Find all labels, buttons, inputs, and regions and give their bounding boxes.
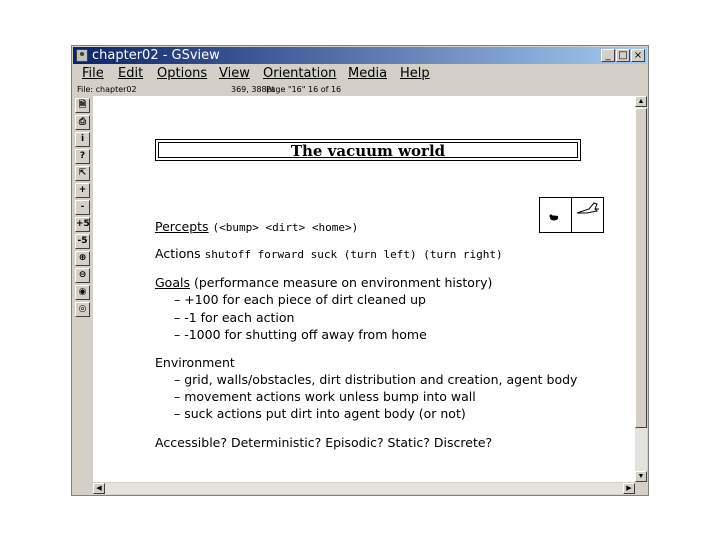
minimize-button[interactable]: _ xyxy=(601,49,615,62)
close-button[interactable]: × xyxy=(631,49,645,62)
scroll-right-icon[interactable]: ▶ xyxy=(623,483,635,494)
goals-item: – -1 for each action xyxy=(174,310,295,325)
app-icon[interactable] xyxy=(76,49,88,62)
prev-page-icon[interactable]: - xyxy=(75,200,90,215)
vacuum-world-figure xyxy=(539,197,604,233)
horizontal-scrollbar[interactable]: ◀ ▶ xyxy=(93,483,635,494)
toolbar: 🗎 ⎙ i ? ⇱ + - +5 -5 ⊕ ⊖ ◉ ◎ xyxy=(73,96,92,483)
skip-forward-icon[interactable]: +5 xyxy=(75,217,90,232)
resize-grip-icon[interactable] xyxy=(635,483,647,494)
zoom-out-icon[interactable]: ⊖ xyxy=(75,268,90,283)
next-page-icon[interactable]: + xyxy=(75,183,90,198)
title-bar[interactable]: chapter02 - GSview _ □ × xyxy=(73,47,647,64)
print-icon[interactable]: ⎙ xyxy=(75,115,90,130)
scroll-up-icon[interactable]: ▲ xyxy=(635,96,647,107)
slide-title: The vacuum world xyxy=(158,142,578,159)
percepts-value: (<bump> <dirt> <home>) xyxy=(212,221,359,234)
environment-label: Environment xyxy=(155,355,235,370)
status-line: File: chapter02 369, 388pt Page "16" 16 … xyxy=(73,84,647,95)
skip-back-icon[interactable]: -5 xyxy=(75,234,90,249)
find-next-icon[interactable]: ◎ xyxy=(75,302,90,317)
goals-item: – -1000 for shutting off away from home xyxy=(174,327,427,342)
scroll-left-icon[interactable]: ◀ xyxy=(93,483,105,494)
status-file: File: chapter02 xyxy=(77,85,137,94)
percepts-line: Percepts (<bump> <dirt> <home>) xyxy=(155,219,358,235)
goals-item: – +100 for each piece of dirt cleaned up xyxy=(174,292,426,307)
menu-media[interactable]: Media xyxy=(348,65,387,83)
info-icon[interactable]: i xyxy=(75,132,90,147)
environment-item: – movement actions work unless bump into… xyxy=(174,389,476,404)
document-page[interactable]: The vacuum world Percepts (<bump> <dirt>… xyxy=(93,96,635,482)
menu-file[interactable]: File xyxy=(82,65,104,83)
open-file-icon[interactable]: 🗎 xyxy=(75,98,90,113)
slide-title-frame: The vacuum world xyxy=(155,139,581,161)
actions-line: Actions shutoff forward suck (turn left)… xyxy=(155,246,503,262)
find-icon[interactable]: ◉ xyxy=(75,285,90,300)
menu-options[interactable]: Options xyxy=(157,65,207,83)
actions-value: shutoff forward suck (turn left) (turn r… xyxy=(204,248,503,261)
help-icon[interactable]: ? xyxy=(75,149,90,164)
menu-view[interactable]: View xyxy=(219,65,250,83)
menu-bar: File Edit Options View Orientation Media… xyxy=(73,65,647,83)
environment-item: – grid, walls/obstacles, dirt distributi… xyxy=(174,372,578,387)
scroll-down-icon[interactable]: ▼ xyxy=(635,471,647,482)
gsview-window: chapter02 - GSview _ □ × File Edit Optio… xyxy=(71,45,649,496)
environment-item: – suck actions put dirt into agent body … xyxy=(174,406,466,421)
goals-line: Goals (performance measure on environmen… xyxy=(155,275,492,290)
maximize-button[interactable]: □ xyxy=(616,49,630,62)
goals-value: (performance measure on environment hist… xyxy=(193,275,493,290)
zoom-in-icon[interactable]: ⊕ xyxy=(75,251,90,266)
goto-page-icon[interactable]: ⇱ xyxy=(75,166,90,181)
menu-orientation[interactable]: Orientation xyxy=(263,65,336,83)
status-page: Page "16" 16 of 16 xyxy=(266,85,342,94)
menu-edit[interactable]: Edit xyxy=(118,65,143,83)
window-title: chapter02 - GSview xyxy=(92,48,220,63)
percepts-label: Percepts xyxy=(155,219,209,234)
questions-line: Accessible? Deterministic? Episodic? Sta… xyxy=(155,435,493,450)
actions-label: Actions xyxy=(155,246,201,261)
goals-label: Goals xyxy=(155,275,190,290)
vertical-scroll-thumb[interactable] xyxy=(635,108,647,428)
vertical-scrollbar[interactable]: ▲ ▼ xyxy=(635,96,647,482)
menu-help[interactable]: Help xyxy=(400,65,430,83)
